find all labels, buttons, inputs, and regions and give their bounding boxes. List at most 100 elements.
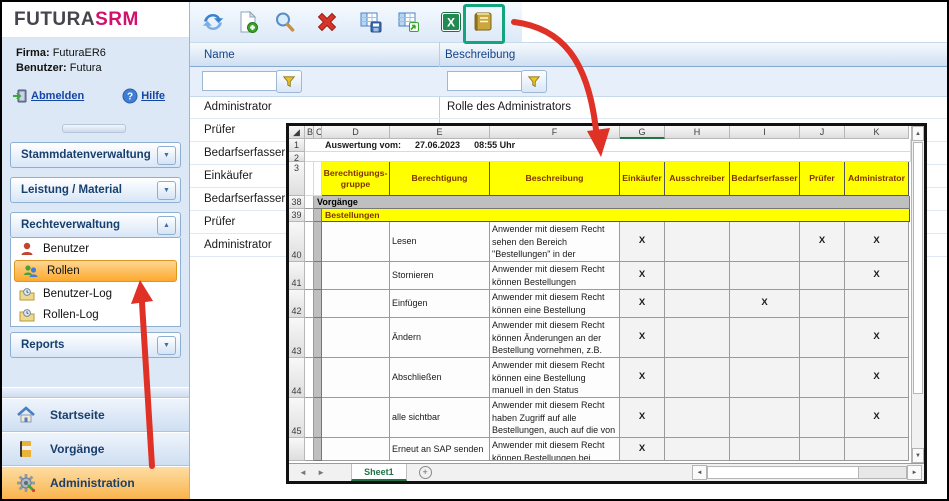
sheet-header-einkaeufer: Einkäufer bbox=[620, 162, 665, 196]
sidebar-item-benutzer[interactable]: Benutzer bbox=[11, 238, 180, 259]
nav-item-label: Vorgänge bbox=[50, 442, 104, 456]
sheet-horizontal-scrollbar[interactable]: ◄ ► bbox=[692, 466, 922, 479]
row-number: 1 bbox=[289, 139, 305, 152]
x-ausschreiber bbox=[665, 398, 730, 438]
sheet-header-row: 3 Berechtigungs- gruppe Berechtigung Bes… bbox=[289, 162, 911, 196]
delete-button[interactable] bbox=[314, 9, 340, 35]
chevron-up-icon[interactable]: ▲ bbox=[157, 216, 176, 235]
home-icon bbox=[16, 405, 36, 425]
scroll-up-icon[interactable]: ▲ bbox=[912, 126, 924, 141]
svg-text:?: ? bbox=[127, 92, 133, 103]
beschreibung-filter-button[interactable] bbox=[521, 70, 547, 93]
x-administrator: X bbox=[845, 358, 909, 398]
column-header-name[interactable]: Name bbox=[204, 43, 235, 66]
scroll-down-icon[interactable]: ▼ bbox=[912, 448, 924, 463]
sidebar-item-rollen-log[interactable]: Rollen-Log bbox=[11, 304, 180, 325]
sidebar-item-benutzer-log[interactable]: Benutzer-Log bbox=[11, 283, 180, 304]
funnel-icon bbox=[282, 75, 296, 89]
x-administrator: X bbox=[845, 222, 909, 262]
col-letter: F bbox=[490, 126, 620, 139]
logo-text-srm: SRM bbox=[95, 9, 139, 30]
sidebar-item-label: Benutzer-Log bbox=[43, 288, 112, 300]
grid-save-icon bbox=[359, 10, 383, 34]
permission-name: Abschließen bbox=[390, 358, 490, 398]
accordion-reports[interactable]: Reports ▼ bbox=[10, 332, 181, 358]
help-icon: ? bbox=[122, 88, 138, 104]
nav-item-startseite[interactable]: Startseite bbox=[2, 398, 189, 432]
row-number: 3 bbox=[289, 162, 305, 196]
sidebar-item-label: Rollen-Log bbox=[43, 309, 99, 321]
accordion-rechteverwaltung[interactable]: Rechteverwaltung ▲ bbox=[10, 212, 181, 238]
x-bedarfserfasser bbox=[730, 398, 800, 438]
col-letter-selected: G bbox=[620, 126, 665, 139]
app-logo: FUTURASRM bbox=[2, 2, 189, 38]
name-filter-input[interactable] bbox=[202, 71, 278, 91]
permission-description: Anwender mit diesem Recht können Änderun… bbox=[490, 318, 620, 358]
grid-header: Name Beschreibung bbox=[190, 42, 947, 67]
table-row[interactable]: Administrator Rolle des Administrators bbox=[190, 96, 947, 119]
sheet-vertical-scrollbar[interactable]: ▲ ▼ bbox=[911, 126, 924, 463]
row-number: 44 bbox=[289, 358, 305, 398]
name-filter-button[interactable] bbox=[276, 70, 302, 93]
sheet-header-beschreibung: Beschreibung bbox=[490, 162, 620, 196]
refresh-icon bbox=[201, 10, 225, 34]
x-pruefer bbox=[800, 262, 845, 290]
x-ausschreiber bbox=[665, 290, 730, 318]
save-grid-button[interactable] bbox=[358, 9, 384, 35]
logout-label: Abmelden bbox=[31, 90, 84, 102]
sheet-nav-arrows[interactable]: ◄ ► bbox=[289, 468, 329, 477]
x-bedarfserfasser bbox=[730, 358, 800, 398]
user-icon bbox=[19, 241, 35, 257]
search-icon bbox=[273, 10, 297, 34]
filter-row bbox=[190, 67, 947, 97]
nav-item-vorgaenge[interactable]: Vorgänge bbox=[2, 432, 189, 466]
app-window: FUTURASRM Firma: FuturaER6 Benutzer: Fut… bbox=[0, 0, 949, 501]
benutzer-value: Futura bbox=[70, 62, 102, 74]
help-link[interactable]: ? Hilfe bbox=[122, 88, 165, 104]
binder-icon bbox=[16, 439, 36, 459]
accordion-label: Leistung / Material bbox=[11, 184, 157, 196]
beschreibung-filter-input[interactable] bbox=[447, 71, 523, 91]
nav-item-label: Administration bbox=[50, 476, 135, 490]
scroll-right-icon[interactable]: ► bbox=[907, 465, 922, 480]
toolbar: X bbox=[190, 2, 947, 42]
chevron-down-icon[interactable]: ▼ bbox=[157, 336, 176, 355]
x-bedarfserfasser: X bbox=[730, 290, 800, 318]
refresh-button[interactable] bbox=[200, 9, 226, 35]
sheet-tab-sheet1[interactable]: Sheet1 bbox=[351, 464, 407, 481]
accordion-stammdatenverwaltung[interactable]: Stammdatenverwaltung ▼ bbox=[10, 142, 181, 168]
firma-label: Firma: bbox=[16, 47, 50, 59]
sidebar-item-rollen[interactable]: Rollen bbox=[14, 260, 177, 282]
report-title-label: Auswertung vom: bbox=[325, 139, 401, 151]
x-administrator: X bbox=[845, 262, 909, 290]
sidebar-splitter[interactable] bbox=[62, 124, 126, 133]
sheet-header-ausschreiber: Ausschreiber bbox=[665, 162, 730, 196]
x-bedarfserfasser bbox=[730, 438, 800, 461]
scroll-left-icon[interactable]: ◄ bbox=[692, 465, 707, 480]
sheet-group-row: 38 Vorgänge bbox=[289, 196, 911, 209]
row-number: 45 bbox=[289, 398, 305, 438]
column-header-beschreibung[interactable]: Beschreibung bbox=[445, 43, 515, 66]
nav-item-administration[interactable]: Administration bbox=[2, 466, 189, 499]
sheet-data-row: Erneut an SAP senden Anwender mit diesem… bbox=[289, 438, 911, 461]
export-grid-button[interactable] bbox=[396, 9, 422, 35]
x-administrator: X bbox=[845, 398, 909, 438]
horizontal-scroll-thumb[interactable] bbox=[708, 467, 859, 478]
search-button[interactable] bbox=[272, 9, 298, 35]
report-book-button[interactable] bbox=[470, 9, 496, 35]
bottom-nav: Startseite Vorgänge Administration bbox=[2, 387, 189, 499]
spreadsheet: ◢ B C D E F G H I J K 1 Auswertung vom: bbox=[289, 126, 911, 463]
excel-export-button[interactable]: X bbox=[438, 9, 464, 35]
sidebar: FUTURASRM Firma: FuturaER6 Benutzer: Fut… bbox=[2, 2, 190, 499]
chevron-down-icon[interactable]: ▼ bbox=[157, 181, 176, 200]
x-einkaeufer: X bbox=[620, 290, 665, 318]
col-letter: D bbox=[322, 126, 390, 139]
add-sheet-icon[interactable]: + bbox=[419, 466, 432, 479]
logout-link[interactable]: Abmelden bbox=[12, 88, 84, 104]
accordion-leistung-material[interactable]: Leistung / Material ▼ bbox=[10, 177, 181, 203]
role-description: Rolle des Administrators bbox=[439, 101, 571, 113]
new-record-button[interactable] bbox=[235, 9, 261, 35]
permission-name: Stornieren bbox=[390, 262, 490, 290]
chevron-down-icon[interactable]: ▼ bbox=[157, 146, 176, 165]
vertical-scroll-thumb[interactable] bbox=[913, 142, 923, 394]
